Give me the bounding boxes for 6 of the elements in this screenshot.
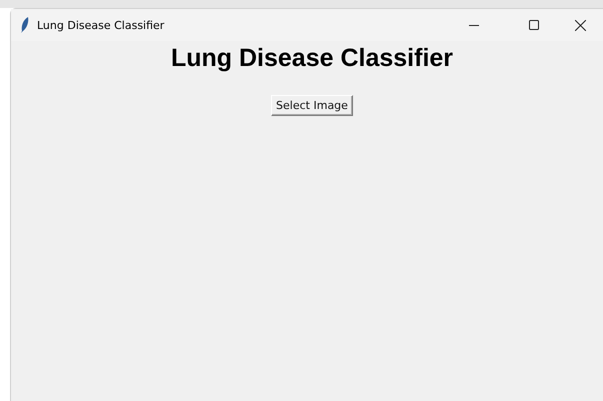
maximize-icon (529, 20, 539, 30)
select-image-button[interactable]: Select Image (271, 95, 353, 116)
window-title: Lung Disease Classifier (37, 18, 166, 32)
feather-icon (21, 17, 29, 33)
close-icon (574, 20, 586, 30)
app-heading: Lung Disease Classifier (170, 44, 454, 73)
